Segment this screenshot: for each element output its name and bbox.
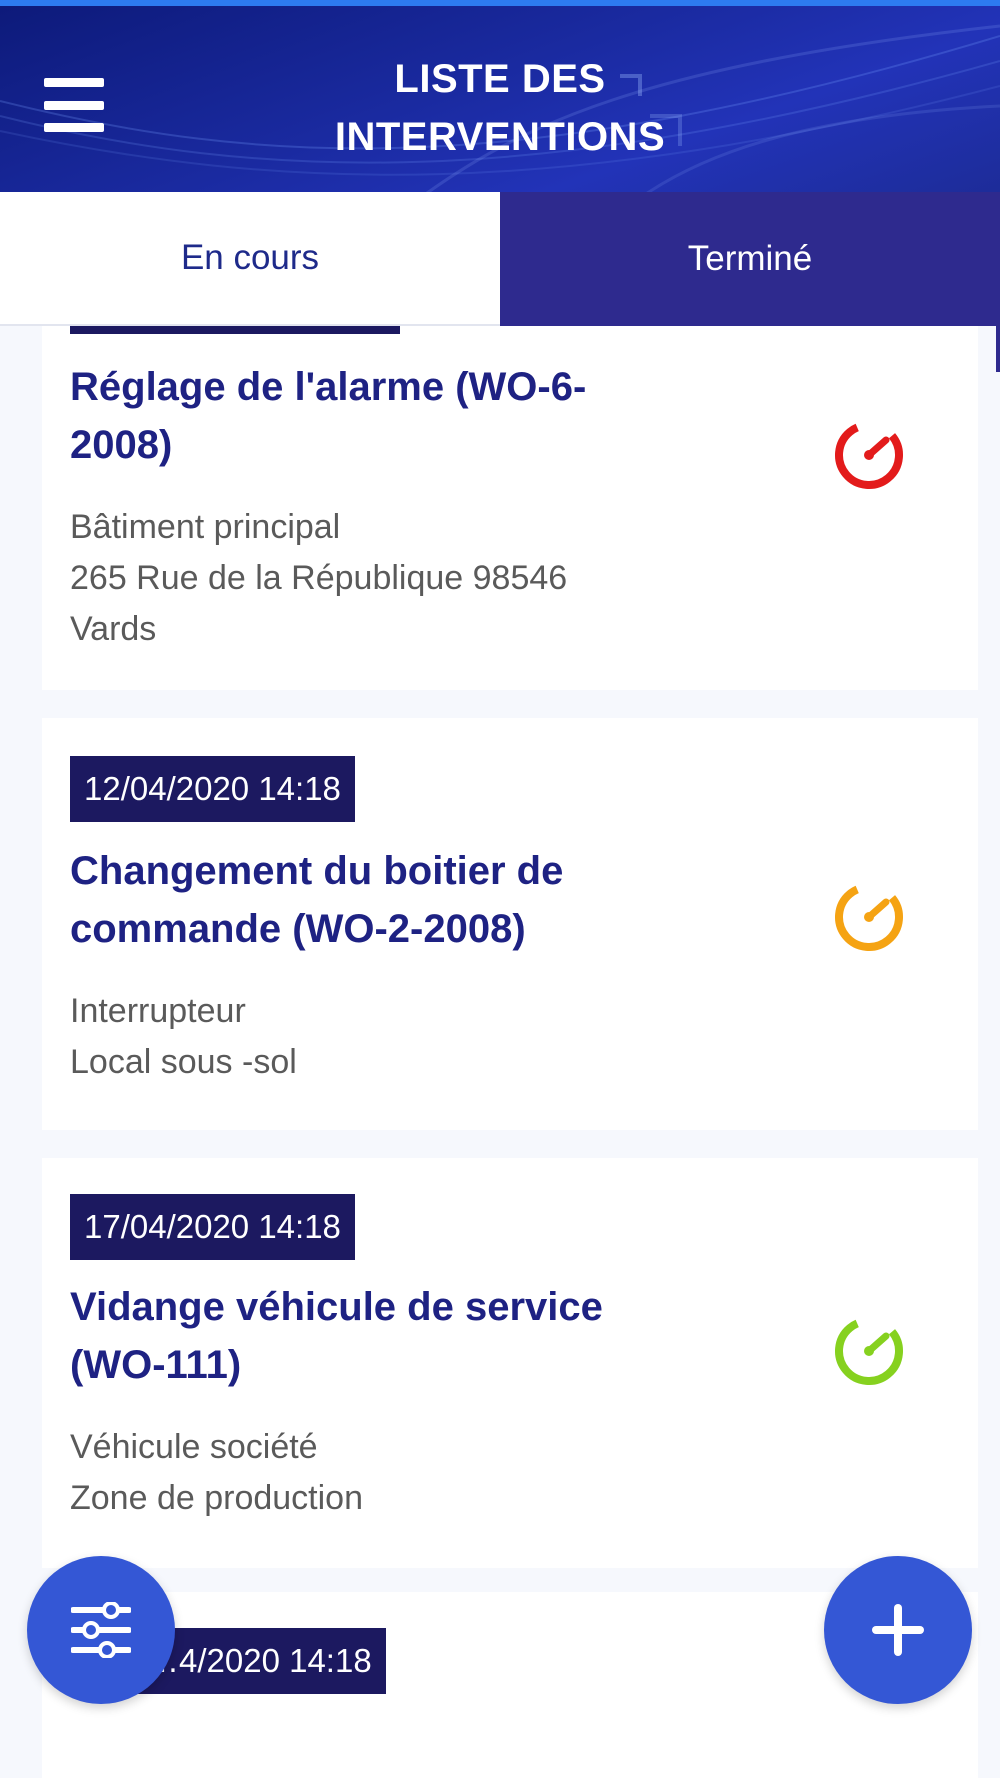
intervention-detail-line: Local sous -sol — [70, 1043, 297, 1081]
gauge-icon[interactable] — [832, 1314, 906, 1388]
intervention-title-line-1: Changement du boitier de — [70, 849, 564, 893]
intervention-details: Véhicule société Zone de production — [70, 1422, 770, 1524]
intervention-card[interactable]: 12/04/2020 14:18 Changement du boitier d… — [42, 718, 978, 1130]
intervention-detail-line: 265 Rue de la République 98546 — [70, 559, 568, 597]
hamburger-line — [44, 123, 104, 132]
sliders-filter-icon — [71, 1602, 131, 1658]
page-title: LISTE DES INTERVENTIONS — [250, 50, 750, 166]
gauge-icon[interactable] — [832, 418, 906, 492]
tab-en-cours[interactable]: En cours — [0, 192, 500, 326]
plus-icon — [872, 1604, 924, 1656]
hamburger-line — [44, 100, 104, 110]
intervention-detail-line: Interrupteur — [70, 992, 246, 1030]
gauge-icon[interactable] — [832, 880, 906, 954]
intervention-title-line-2: 2008) — [70, 423, 173, 467]
status-tabs: En cours Terminé — [0, 192, 1000, 326]
intervention-title-line-2: (WO-111) — [70, 1343, 242, 1387]
intervention-details: Interrupteur Local sous -sol — [70, 986, 770, 1088]
intervention-detail-line: Bâtiment principal — [70, 508, 341, 546]
intervention-detail-line: Vards — [70, 610, 157, 648]
app-screen: LISTE DES INTERVENTIONS En cours Terminé… — [0, 0, 1000, 1778]
date-badge: 12/04/2020 14:18 — [70, 756, 355, 822]
app-header: LISTE DES INTERVENTIONS — [0, 0, 1000, 192]
tab-termine[interactable]: Terminé — [500, 192, 1000, 326]
date-badge-cut — [70, 326, 400, 334]
intervention-details: Bâtiment principal 265 Rue de la Républi… — [70, 502, 770, 655]
intervention-title-line-1: Réglage de l'alarme (WO-6- — [70, 365, 587, 409]
intervention-card[interactable]: 17/04/2020 14:18 Vidange véhicule de ser… — [42, 1158, 978, 1568]
intervention-title: Réglage de l'alarme (WO-6- 2008) — [70, 358, 710, 474]
intervention-card[interactable]: Réglage de l'alarme (WO-6- 2008) Bâtimen… — [42, 326, 978, 690]
page-title-line-1: LISTE DES — [394, 57, 606, 101]
page-title-line-2: INTERVENTIONS — [334, 115, 666, 159]
filter-button[interactable] — [27, 1556, 175, 1704]
hamburger-menu-icon — [44, 78, 104, 87]
date-badge: 17/04/2020 14:18 — [70, 1194, 355, 1260]
intervention-title: Changement du boitier de commande (WO-2-… — [70, 842, 710, 958]
intervention-title: Vidange véhicule de service (WO-111) — [70, 1278, 710, 1394]
intervention-title-line-1: Vidange véhicule de service — [70, 1285, 603, 1329]
intervention-detail-line: Zone de production — [70, 1479, 363, 1517]
tab-edge-accent — [996, 326, 1000, 372]
intervention-detail-line: Véhicule société — [70, 1428, 318, 1466]
intervention-title-line-2: commande (WO-2-2008) — [70, 907, 526, 951]
add-intervention-button[interactable] — [824, 1556, 972, 1704]
menu-button[interactable] — [44, 78, 104, 132]
